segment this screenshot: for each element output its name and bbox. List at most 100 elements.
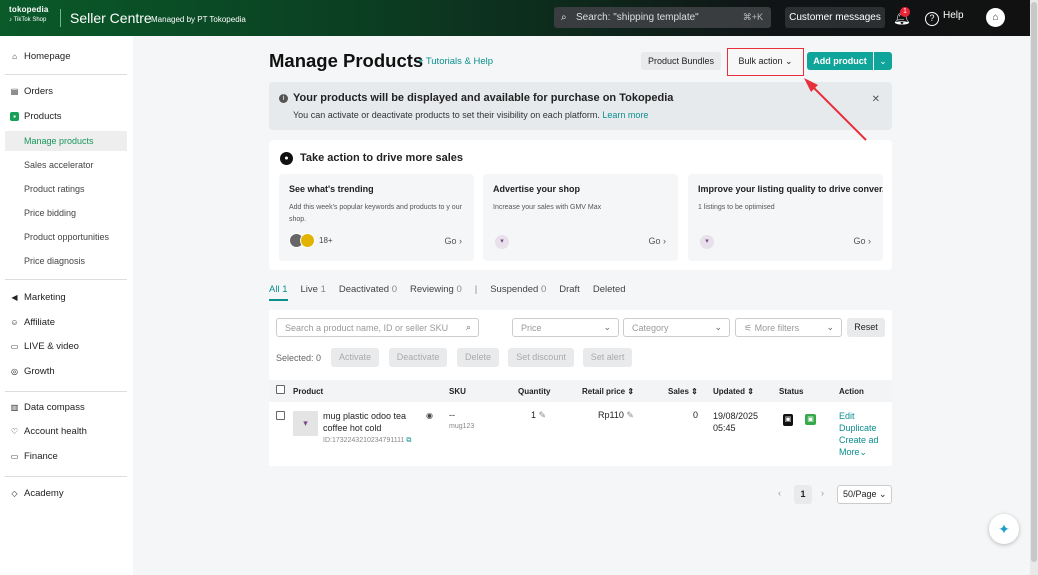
- sidebar-item-account-health[interactable]: ♡ Account health: [10, 426, 87, 437]
- quantity-cell[interactable]: 1 ✎: [531, 410, 546, 421]
- tab-separator: |: [474, 284, 478, 295]
- bulk-action-button[interactable]: Bulk action ⌄: [727, 48, 804, 76]
- sidebar-item-label: Data compass: [24, 402, 85, 413]
- chevron-down-icon: ⌄: [603, 322, 611, 332]
- scrollbar[interactable]: [1030, 0, 1038, 575]
- price-select[interactable]: Price ⌄: [512, 318, 619, 337]
- brand-title: Seller Centre: [70, 10, 152, 26]
- customer-messages-button[interactable]: Customer messages: [785, 7, 885, 28]
- set-alert-button[interactable]: Set alert: [583, 348, 633, 367]
- add-product-button[interactable]: Add product: [807, 52, 873, 70]
- selected-label: Selected:: [276, 352, 314, 363]
- price-cell[interactable]: Rp110 ✎: [598, 410, 634, 421]
- category-select[interactable]: Category ⌄: [623, 318, 730, 337]
- orders-icon: ▤: [10, 87, 19, 96]
- edit-link[interactable]: Edit: [839, 410, 879, 422]
- sidebar-divider: [5, 74, 127, 75]
- product-search-input[interactable]: Search a product name, ID or seller SKU ⌕: [276, 318, 479, 337]
- card-desc: Add this week's popular keywords and pro…: [289, 204, 462, 223]
- edit-icon[interactable]: ✎: [539, 410, 547, 420]
- action-card-listing-quality[interactable]: Improve your listing quality to drive co…: [688, 174, 883, 261]
- reset-button[interactable]: Reset: [847, 318, 885, 337]
- action-card-advertise[interactable]: Advertise your shop Increase your sales …: [483, 174, 678, 261]
- tab-reviewing[interactable]: Reviewing 0: [410, 284, 462, 301]
- sidebar-item-label: Academy: [24, 488, 64, 499]
- sidebar-sub-price-bidding[interactable]: Price bidding: [24, 208, 76, 218]
- edit-icon[interactable]: ✎: [626, 410, 634, 420]
- prev-page-icon[interactable]: ‹: [778, 488, 781, 498]
- sidebar-sub-sales-accelerator[interactable]: Sales accelerator: [24, 160, 94, 170]
- close-icon[interactable]: ✕: [872, 94, 880, 105]
- row-checkbox[interactable]: [276, 411, 285, 420]
- select-all-checkbox[interactable]: [276, 385, 285, 394]
- sidebar-item-label: Affiliate: [24, 317, 55, 328]
- sidebar-item-homepage[interactable]: ⌂ Homepage: [10, 51, 70, 62]
- more-dropdown[interactable]: More⌄: [839, 446, 879, 458]
- tab-all[interactable]: All 1: [269, 284, 288, 301]
- search-placeholder: Search: "shipping template": [576, 12, 699, 23]
- sidebar-item-marketing[interactable]: ◀ Marketing: [10, 292, 65, 303]
- sidebar-item-products[interactable]: ▪ Products: [10, 111, 62, 122]
- tab-label: Deactivated: [338, 284, 390, 295]
- sidebar-item-finance[interactable]: ▭ Finance: [10, 451, 58, 462]
- tab-draft[interactable]: Draft: [559, 284, 580, 301]
- copy-icon[interactable]: ⧉: [406, 437, 411, 444]
- tab-deleted[interactable]: Deleted: [593, 284, 626, 301]
- product-thumbnail[interactable]: ▾: [293, 411, 318, 436]
- ai-assistant-sparkle-icon[interactable]: ✦: [989, 514, 1019, 544]
- mug-thumbnail-icon: ▾: [495, 235, 509, 249]
- global-search-input[interactable]: ⌕ Search: "shipping template" ⌘+K: [554, 7, 771, 28]
- sidebar-sub-product-opportunities[interactable]: Product opportunities: [24, 232, 109, 242]
- tab-suspended[interactable]: Suspended 0: [490, 284, 546, 301]
- help-button[interactable]: ? Help: [925, 10, 964, 26]
- col-product: Product: [293, 387, 324, 396]
- page-number[interactable]: 1: [794, 485, 812, 504]
- go-link[interactable]: Go ›: [444, 236, 462, 246]
- set-discount-button[interactable]: Set discount: [508, 348, 575, 367]
- question-icon: ?: [925, 12, 939, 26]
- store-avatar-icon[interactable]: ⌂: [986, 8, 1005, 27]
- deactivate-button[interactable]: Deactivate: [389, 348, 448, 367]
- eye-icon[interactable]: ◉: [426, 411, 433, 420]
- sidebar-sub-product-ratings[interactable]: Product ratings: [24, 184, 85, 194]
- add-product-dropdown-chevron-icon[interactable]: ⌄: [874, 52, 892, 70]
- col-retail-price[interactable]: Retail price ⇕: [582, 387, 634, 396]
- sidebar-item-academy[interactable]: ◇ Academy: [10, 488, 64, 499]
- action-card-trending[interactable]: See what's trending Add this week's popu…: [279, 174, 474, 261]
- sidebar-sub-manage-products[interactable]: Manage products: [5, 131, 127, 151]
- sidebar-item-live-video[interactable]: ▭ LIVE & video: [10, 341, 79, 352]
- sidebar-item-affiliate[interactable]: ☺ Affiliate: [10, 317, 55, 328]
- page-size-select[interactable]: 50/Page ⌄: [837, 485, 892, 504]
- product-bundles-button[interactable]: Product Bundles: [641, 52, 721, 70]
- go-label: Go: [648, 236, 661, 246]
- create-ad-link[interactable]: Create ad: [839, 434, 879, 446]
- tab-deactivated[interactable]: Deactivated 0: [339, 284, 397, 301]
- lightbulb-icon: ●: [280, 152, 293, 165]
- activate-button[interactable]: Activate: [331, 348, 380, 367]
- go-link[interactable]: Go ›: [648, 236, 666, 246]
- tab-live[interactable]: Live 1: [301, 284, 326, 301]
- tutorials-help-link[interactable]: ⌖ Tutorials & Help: [418, 56, 493, 67]
- sidebar-sub-price-diagnosis[interactable]: Price diagnosis: [24, 256, 85, 266]
- more-filters-select[interactable]: ⚟ More filters ⌄: [735, 318, 842, 337]
- go-link[interactable]: Go ›: [853, 236, 871, 246]
- sidebar-item-orders[interactable]: ▤ Orders: [10, 86, 53, 97]
- price-label: Price: [521, 323, 542, 333]
- product-name[interactable]: mug plastic odoo tea coffee hot cold: [323, 410, 418, 434]
- bulk-action-label: Bulk action: [738, 56, 783, 66]
- col-sales[interactable]: Sales ⇕: [668, 387, 698, 396]
- seller-sku-value: mug123: [449, 423, 475, 430]
- take-action-panel: ● Take action to drive more sales See wh…: [269, 140, 892, 270]
- next-page-icon[interactable]: ›: [821, 488, 824, 498]
- col-label: Sales: [668, 387, 689, 396]
- sidebar-item-growth[interactable]: ◎ Growth: [10, 366, 55, 377]
- duplicate-link[interactable]: Duplicate: [839, 422, 879, 434]
- learn-more-link[interactable]: Learn more: [602, 110, 648, 120]
- col-updated[interactable]: Updated ⇕: [713, 387, 754, 396]
- updated-cell: 19/08/2025 05:45: [713, 410, 758, 434]
- wallet-icon: ▭: [10, 452, 19, 461]
- delete-button[interactable]: Delete: [457, 348, 500, 367]
- sidebar-item-data-compass[interactable]: ▥ Data compass: [10, 402, 85, 413]
- tokopedia-logo[interactable]: tokopedia ♪ TikTok Shop: [9, 5, 59, 23]
- scrollbar-thumb[interactable]: [1031, 2, 1037, 562]
